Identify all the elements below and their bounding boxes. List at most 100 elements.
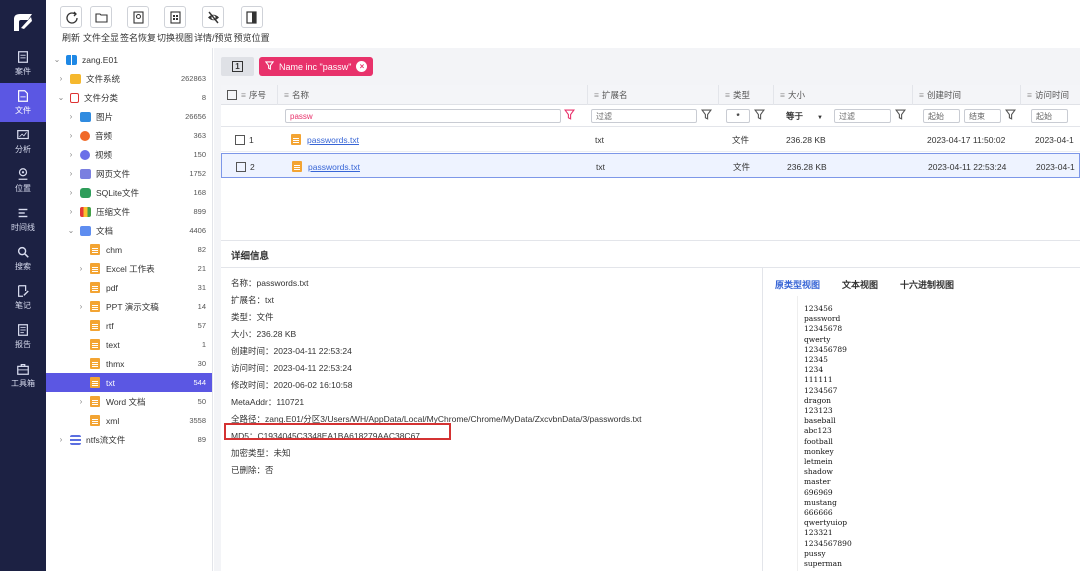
row-checkbox[interactable] (236, 161, 246, 172)
toolbar-label: 预览位置 (233, 33, 270, 43)
database-icon (80, 187, 91, 198)
chevron-right-icon[interactable]: › (66, 169, 76, 178)
row-checkbox[interactable] (235, 134, 245, 145)
ctime-start-input[interactable]: 起始 (923, 109, 960, 123)
file-link[interactable]: passwords.txt (308, 162, 360, 172)
tree-item[interactable]: › ntfs流文件 89 (46, 430, 212, 449)
toolbar: 刷新 文件全显 签名恢复 切换视图 详情/预览 预览位置 (46, 0, 1080, 48)
size-filter-input[interactable]: 过滤 (834, 109, 891, 123)
filter-chip[interactable]: Name inc "passw" × (259, 57, 374, 76)
tree-item-count: 1 (201, 340, 206, 349)
column-atime[interactable]: ≡ 访问时间 (1021, 85, 1080, 105)
tree-item[interactable]: › PPT 演示文稿 14 (46, 297, 212, 316)
column-ext[interactable]: ≡ 扩展名 (588, 85, 719, 105)
chevron-right-icon[interactable]: › (66, 188, 76, 197)
chevron-down-icon[interactable]: ⌄ (52, 55, 62, 64)
nav-label: 时间线 (11, 223, 35, 232)
tree-item[interactable]: xml 3558 (46, 411, 212, 430)
nav-analysis[interactable]: 分析 (0, 122, 46, 161)
signature-button[interactable]: 签名恢复 (120, 0, 156, 48)
nav-label: 案件 (15, 67, 31, 76)
chevron-right-icon[interactable]: › (66, 112, 76, 121)
tree-item[interactable]: pdf 31 (46, 278, 212, 297)
tree-item-label: 文件分类 (84, 92, 119, 103)
table-row[interactable]: 2 passwords.txt txt 文件 236.28 KB 2023-04… (221, 153, 1080, 178)
nav-toolbox[interactable]: 工具箱 (0, 356, 46, 395)
tree-item[interactable]: › SQLite文件 168 (46, 183, 212, 202)
tree-item-count: 26656 (185, 112, 206, 121)
nav-note[interactable]: 笔记 (0, 278, 46, 317)
ext-filter-input[interactable]: 过滤 (591, 109, 697, 123)
size-operator-select[interactable]: 等于 ▼ (786, 110, 823, 122)
chevron-right-icon[interactable]: › (66, 131, 76, 140)
column-ctime[interactable]: ≡ 创建时间 (913, 85, 1021, 105)
tree-item[interactable]: thmx 30 (46, 354, 212, 373)
row-size: 236.28 KB (786, 134, 826, 145)
name-funnel-icon[interactable] (564, 109, 575, 122)
tree-item[interactable]: › 文件系统 262863 (46, 69, 212, 88)
panel-position-button[interactable]: 预览位置 (234, 0, 270, 48)
select-all-checkbox[interactable] (227, 90, 237, 100)
nav-search[interactable]: 搜索 (0, 239, 46, 278)
chevron-down-icon[interactable]: ⌄ (66, 226, 76, 235)
chevron-right-icon[interactable]: › (56, 74, 66, 83)
tree-item[interactable]: text 1 (46, 335, 212, 354)
column-seq[interactable]: ≡ 序号 (221, 85, 278, 105)
nav-file[interactable]: 文件 (0, 83, 46, 122)
tree-item[interactable]: chm 82 (46, 240, 212, 259)
column-type[interactable]: ≡ 类型 (719, 85, 774, 105)
refresh-button[interactable]: 刷新 (60, 0, 82, 48)
folder-button[interactable]: 文件全显 (83, 0, 119, 48)
chevron-right-icon[interactable]: › (76, 264, 86, 273)
text-line: master (804, 477, 831, 487)
preview-tab[interactable]: 原类型视图 (775, 278, 820, 291)
chevron-right-icon[interactable]: › (66, 207, 76, 216)
chevron-right-icon[interactable]: › (56, 435, 66, 444)
tree-item[interactable]: ⌄ 文档 4406 (46, 221, 212, 240)
preview-tab[interactable]: 十六进制视图 (900, 278, 954, 291)
tree-item[interactable]: › Word 文档 50 (46, 392, 212, 411)
column-size[interactable]: ≡ 大小 (774, 85, 913, 105)
tree-item[interactable]: ⌄ zang.E01 (46, 50, 212, 69)
size-funnel-icon[interactable] (895, 109, 906, 122)
preview-tab[interactable]: 文本视图 (842, 278, 878, 291)
eye-slash-button[interactable]: 详情/预览 (194, 0, 233, 48)
ctime-end-input[interactable]: 结束 (964, 109, 1001, 123)
switch-view-button[interactable]: 切换视图 (157, 0, 193, 48)
chevron-down-icon[interactable]: ⌄ (56, 93, 66, 102)
tree-item[interactable]: › 图片 26656 (46, 107, 212, 126)
tree-item[interactable]: › 视频 150 (46, 145, 212, 164)
tree-item[interactable]: txt 544 (46, 373, 212, 392)
column-name[interactable]: ≡ 名称 (278, 85, 588, 105)
nav-location[interactable]: 位置 (0, 161, 46, 200)
tree-item[interactable]: › 网页文件 1752 (46, 164, 212, 183)
name-filter-input[interactable]: passw (285, 109, 561, 123)
chevron-right-icon[interactable]: › (76, 397, 86, 406)
ctime-funnel-icon[interactable] (1005, 109, 1016, 122)
chevron-right-icon[interactable]: › (76, 302, 86, 311)
tree-item[interactable]: rtf 57 (46, 316, 212, 335)
nav-label: 分析 (15, 145, 31, 154)
detail-line: 名称：passwords.txt (231, 278, 309, 288)
column-ext-label: 扩展名 (601, 90, 628, 100)
type-filter-input[interactable]: * (726, 109, 750, 123)
close-icon[interactable]: × (356, 61, 368, 72)
tree-item[interactable]: › 音频 363 (46, 126, 212, 145)
tree-item[interactable]: ⌄ 文件分类 8 (46, 88, 212, 107)
chevron-right-icon[interactable]: › (66, 150, 76, 159)
tree-item-count: 168 (193, 188, 206, 197)
table-row[interactable]: 1 passwords.txt txt 文件 236.28 KB 2023-04… (221, 127, 1080, 152)
file-link[interactable]: passwords.txt (307, 135, 359, 145)
type-funnel-icon[interactable] (754, 109, 765, 122)
tree-item[interactable]: › 压缩文件 899 (46, 202, 212, 221)
tree-item[interactable]: › Excel 工作表 21 (46, 259, 212, 278)
note-icon (18, 285, 29, 297)
nav-timeline[interactable]: 时间线 (0, 200, 46, 239)
nav-report[interactable]: 报告 (0, 317, 46, 356)
tree-item-label: 图片 (96, 111, 114, 122)
tab-number-button[interactable]: 1 (221, 57, 254, 76)
detail-line: 修改时间：2020-06-02 16:10:58 (231, 380, 353, 390)
nav-case[interactable]: 案件 (0, 44, 46, 83)
atime-start-input[interactable]: 起始 (1031, 109, 1068, 123)
ext-funnel-icon[interactable] (701, 109, 712, 122)
